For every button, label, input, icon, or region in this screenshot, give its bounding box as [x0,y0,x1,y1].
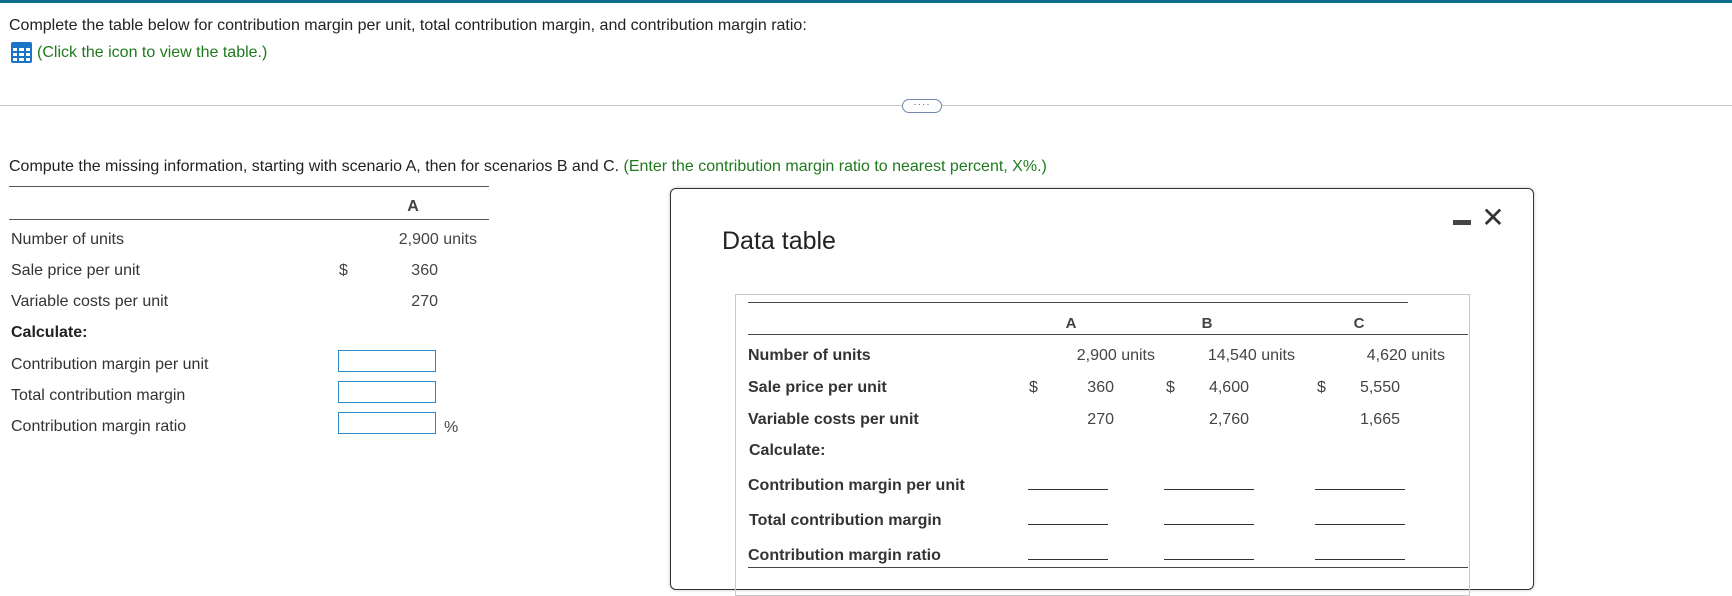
data-table-top-rule [748,302,1408,303]
value-units: 2,900 units [398,231,477,248]
total-cm-input[interactable] [338,381,436,403]
dialog-title: Data table [722,227,836,255]
data-row-label-variable-costs: Variable costs per unit [748,411,919,428]
data-table-column-c: C [1353,315,1365,332]
cm-per-unit-input[interactable] [338,350,436,372]
dollar-sign: $ [1166,379,1175,396]
value-price: 360 [411,262,438,279]
data-vc-a: 270 [1087,411,1114,428]
view-table-link[interactable]: (Click the icon to view the table.) [11,42,267,63]
data-row-label-calculate: Calculate: [749,442,826,459]
data-row-label-cm-ratio: Contribution margin ratio [748,547,941,564]
dollar-sign: $ [1317,379,1326,396]
answer-table-top-rule [9,186,489,187]
dollar-sign: $ [339,262,348,279]
blank-total-cm-a [1028,524,1108,525]
data-vc-b: 2,760 [1208,411,1249,428]
question-prompt: Complete the table below for contributio… [9,17,807,34]
data-vc-c: 1,665 [1359,411,1400,428]
data-table-column-a: A [1065,315,1077,332]
blank-total-cm-c [1315,524,1405,525]
section-divider [0,105,1732,106]
close-icon[interactable]: ✕ [1481,203,1505,233]
row-label-cm-per-unit: Contribution margin per unit [11,356,209,373]
minimize-icon[interactable] [1453,220,1471,225]
row-label-calculate: Calculate: [11,324,88,341]
instructions-hint: (Enter the contribution margin ratio to … [623,158,1047,175]
data-row-label-units: Number of units [748,347,871,364]
blank-cm-ratio-c [1315,559,1405,560]
answer-table-column-a: A [407,198,419,215]
row-label-cm-ratio: Contribution margin ratio [11,418,187,435]
blank-cm-ratio-a [1028,559,1108,560]
cm-ratio-input[interactable] [338,412,436,434]
answer-table-header-rule [9,219,489,220]
blank-total-cm-b [1164,524,1254,525]
data-table-bottom-rule [748,567,1468,568]
data-units-a: 2,900 units [1076,347,1155,364]
row-label-units: Number of units [11,231,124,248]
data-table-dialog: Data table ✕ A B C Number of units 2,900… [670,188,1534,596]
blank-cm-unit-c [1315,489,1405,490]
instructions-main: Compute the missing information, startin… [9,158,620,175]
data-price-c: 5,550 [1359,379,1400,396]
instructions: Compute the missing information, startin… [9,158,1047,176]
percent-symbol: % [444,419,459,436]
blank-cm-ratio-b [1164,559,1254,560]
data-units-b: 14,540 units [1207,347,1295,364]
data-price-b: 4,600 [1208,379,1249,396]
view-table-link-text[interactable]: (Click the icon to view the table.) [37,44,267,62]
expand-more-button[interactable]: ···· [902,99,942,113]
data-price-a: 360 [1087,379,1114,396]
data-table-column-b: B [1201,315,1213,332]
blank-cm-unit-a [1028,489,1108,490]
row-label-variable-costs: Variable costs per unit [11,293,169,310]
data-table: A B C Number of units 2,900 units 14,540… [735,294,1470,596]
data-table-header-rule [748,334,1468,335]
row-label-total-cm: Total contribution margin [11,387,186,404]
data-row-label-total-cm: Total contribution margin [749,512,942,529]
data-row-label-cm-per-unit: Contribution margin per unit [748,477,965,494]
table-grid-icon[interactable] [11,42,32,63]
blank-cm-unit-b [1164,489,1254,490]
top-accent-bar [0,0,1732,3]
dollar-sign: $ [1029,379,1038,396]
data-units-c: 4,620 units [1366,347,1445,364]
data-row-label-price: Sale price per unit [748,379,887,396]
value-variable-costs: 270 [411,293,438,310]
row-label-price: Sale price per unit [11,262,140,279]
